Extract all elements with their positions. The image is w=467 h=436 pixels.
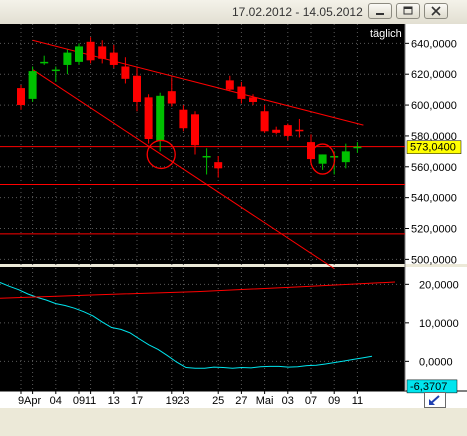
candle-body xyxy=(237,86,246,99)
price-axis-label: 560,0000 xyxy=(411,162,457,174)
x-axis-label: 11 xyxy=(85,395,96,407)
oscillator-axis-label: 10,0000 xyxy=(419,318,459,330)
candle-body xyxy=(191,114,199,146)
price-axis-label: 640,0000 xyxy=(411,38,457,50)
candle-body xyxy=(272,129,281,133)
x-axis-panel xyxy=(0,391,467,408)
candle-body xyxy=(179,109,188,129)
candle-body xyxy=(109,52,118,65)
price-axis-label: 540,0000 xyxy=(411,193,457,205)
price-axis-label: 620,0000 xyxy=(411,69,457,81)
candle xyxy=(144,94,153,144)
panel-splitter xyxy=(0,264,467,267)
x-axis-label: Mai xyxy=(256,395,274,407)
candle xyxy=(28,66,37,102)
price-panel xyxy=(0,24,405,264)
candle-body xyxy=(202,155,211,158)
x-axis-label: 07 xyxy=(305,395,317,407)
restore-button[interactable] xyxy=(396,3,420,19)
chart-area[interactable]: 640,0000 620,0000 600,0000 580,0000 560,0000… xyxy=(0,24,467,436)
candle-body xyxy=(353,146,362,149)
title-bar: 17.02.2012 - 14.05.2012 xyxy=(0,0,467,25)
minimize-button[interactable] xyxy=(368,3,392,19)
close-button[interactable] xyxy=(424,3,448,19)
price-axis-label: 600,0000 xyxy=(411,100,457,112)
price-chart[interactable]: 640,0000620,0000600,0000580,0000560,0000… xyxy=(0,24,467,436)
candle-body xyxy=(249,97,257,102)
candle-body xyxy=(75,46,83,62)
x-axis-label: 11 xyxy=(352,395,363,407)
price-label: 573,0400 xyxy=(410,142,456,154)
candle-body xyxy=(225,80,234,90)
close-icon xyxy=(431,6,441,16)
x-axis-label: 04 xyxy=(50,395,62,407)
oscillator-axis-label: 20,0000 xyxy=(419,279,459,291)
status-strip xyxy=(0,408,467,436)
x-axis-label: 23 xyxy=(177,395,189,407)
candle-body xyxy=(144,97,153,140)
x-axis-label: 17 xyxy=(131,395,143,407)
candle-body xyxy=(51,69,60,72)
candle-body xyxy=(121,66,130,79)
minimize-icon xyxy=(376,13,384,15)
candle-body xyxy=(133,75,141,102)
x-axis-label: 19 xyxy=(166,395,178,407)
candle-body xyxy=(318,154,327,164)
price-axis-label: 520,0000 xyxy=(411,224,457,236)
x-axis-label: 13 xyxy=(108,395,120,407)
candle-body xyxy=(283,125,292,136)
x-axis-label: 09 xyxy=(328,395,340,407)
chart-window: 17.02.2012 - 14.05.2012 640,0000 620,0000… xyxy=(0,0,467,436)
price-axis-label: 500,0000 xyxy=(411,254,457,266)
candle-body xyxy=(98,46,107,59)
arrow-down-left-icon xyxy=(429,395,440,405)
candle-body xyxy=(260,111,269,132)
period-label: täglich xyxy=(370,28,402,40)
candle-body xyxy=(40,61,49,64)
x-axis-label: 27 xyxy=(235,395,247,407)
candle-body xyxy=(214,162,223,169)
candle-body xyxy=(17,88,25,106)
candle-body xyxy=(295,129,304,132)
candle-body xyxy=(167,91,176,104)
candle-body xyxy=(63,52,72,65)
restore-icon xyxy=(403,6,413,15)
x-axis-label: 25 xyxy=(212,395,224,407)
candle-body xyxy=(86,41,95,61)
x-axis-label: 09 xyxy=(73,395,85,407)
oscillator-panel xyxy=(0,267,405,391)
oscillator-axis-label: 0,0000 xyxy=(419,356,453,368)
nav-arrow-button[interactable] xyxy=(424,392,446,408)
candle-body xyxy=(156,95,165,141)
candle-body xyxy=(28,71,37,99)
window-title: 17.02.2012 - 14.05.2012 xyxy=(232,5,363,19)
x-axis-label: 03 xyxy=(282,395,294,407)
candle xyxy=(75,43,83,65)
x-axis-label: Apr xyxy=(24,395,41,407)
candle-body xyxy=(341,151,350,163)
